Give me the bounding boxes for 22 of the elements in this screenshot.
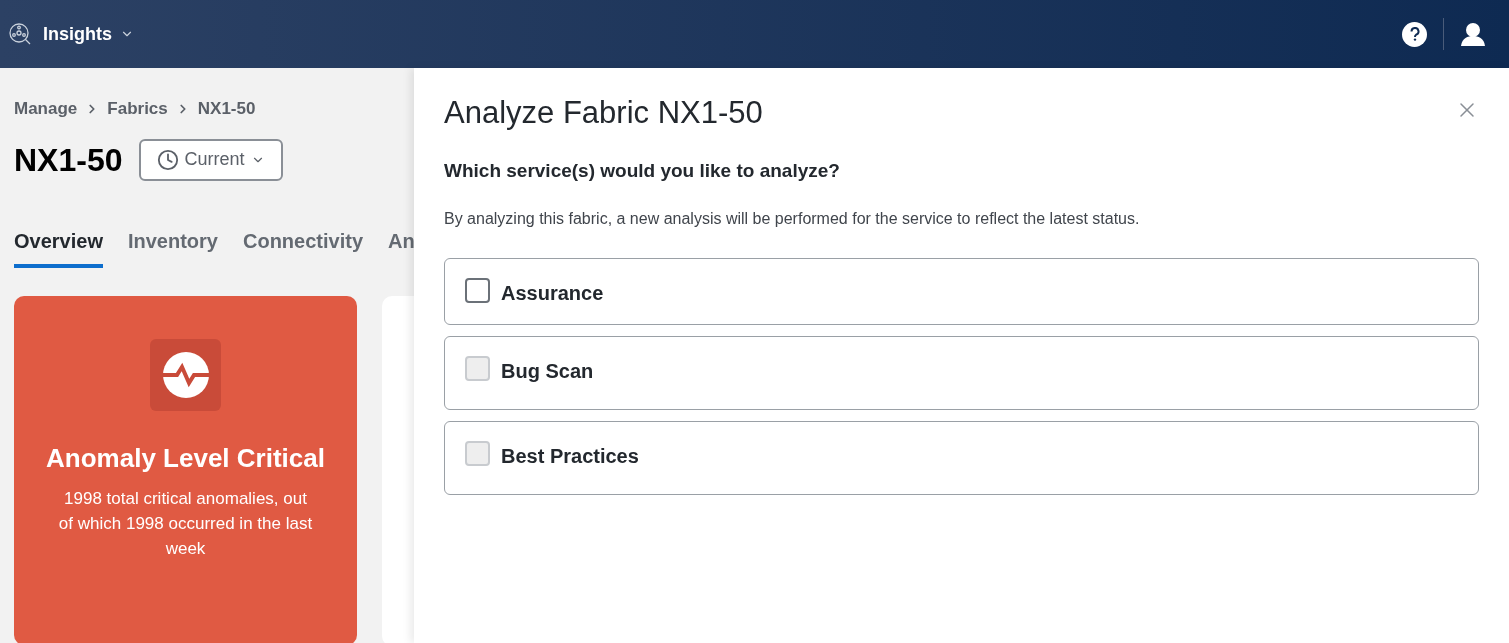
user-icon[interactable]: [1460, 22, 1486, 46]
tab[interactable]: Connectivity: [243, 225, 363, 268]
tab[interactable]: Overview: [14, 225, 103, 268]
network-search-icon: [8, 22, 32, 46]
breadcrumb-link[interactable]: NX1-50: [197, 96, 256, 122]
breadcrumb-link[interactable]: Fabrics: [107, 96, 168, 122]
drawer-title: Analyze Fabric NX1-50: [444, 94, 763, 132]
checkbox[interactable]: [465, 278, 490, 303]
app-switcher[interactable]: Insights: [43, 20, 134, 48]
breadcrumb-link[interactable]: Manage: [14, 96, 78, 122]
clock-icon: [156, 148, 179, 171]
tab[interactable]: Inventory: [127, 225, 218, 268]
time-selector[interactable]: Current: [138, 138, 283, 181]
drawer-description: By analyzing this fabric, a new analysis will be performed for the service to reflect the latest status.: [444, 209, 1141, 229]
pulse-icon: [150, 338, 221, 411]
help-icon[interactable]: [1402, 21, 1427, 47]
service-option[interactable]: Assurance: [444, 258, 1479, 325]
card-description: 1998 total critical anomalies, out of which 1998 occurred in the last week: [58, 487, 313, 560]
card-title: Anomaly Level Critical: [46, 441, 325, 475]
drawer-question: Which service(s) would you like to analyze?: [444, 158, 841, 183]
page-title: NX1-50: [14, 140, 123, 180]
tab[interactable]: An: [388, 225, 414, 268]
